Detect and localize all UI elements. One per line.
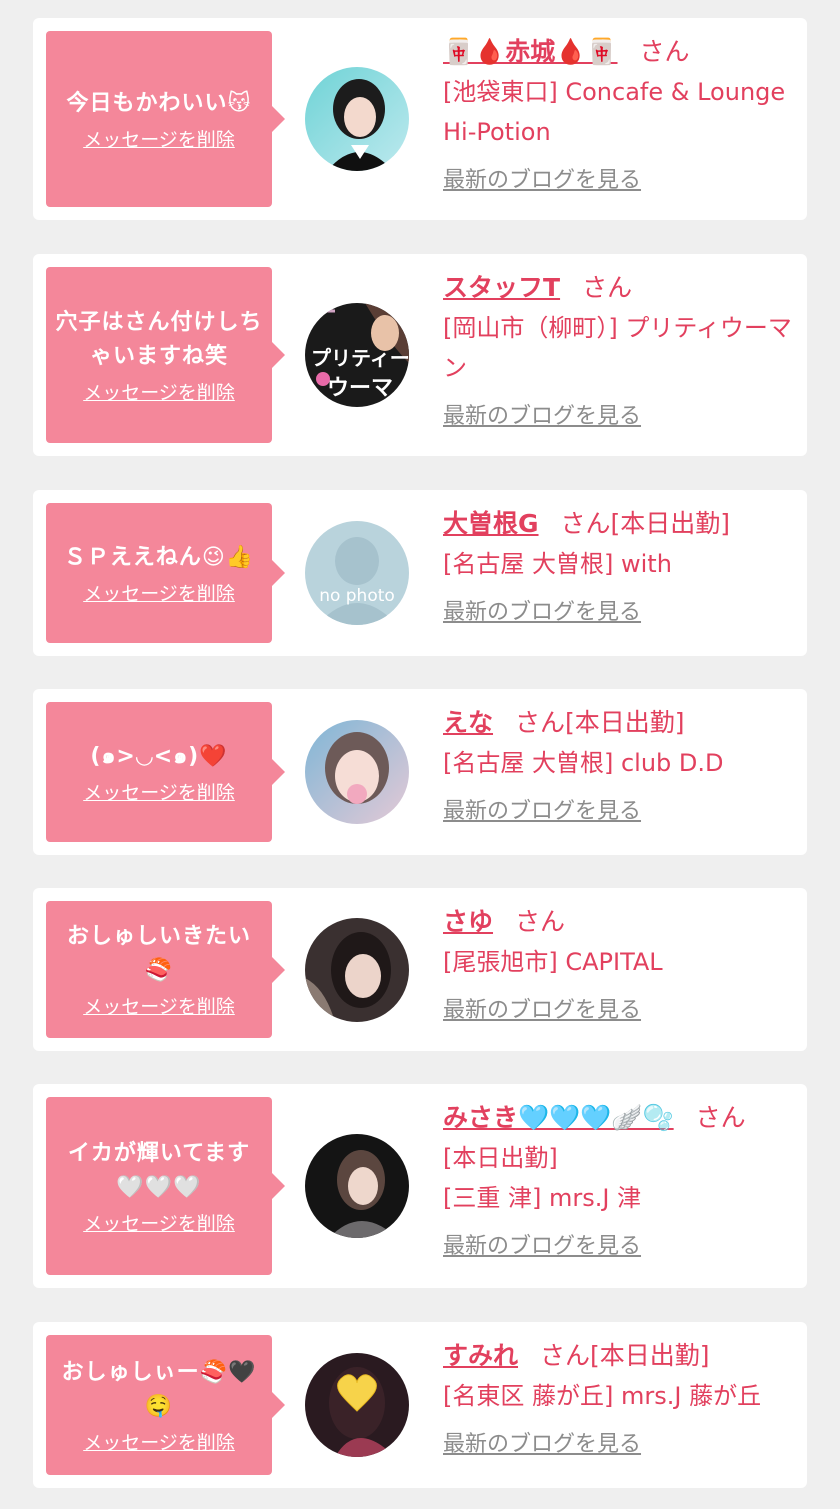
honorific: さん: [515, 708, 566, 737]
message-bubble: (๑>◡<๑)❤️ メッセージを削除: [46, 702, 285, 842]
shop-name: [尾張旭市] CAPITAL: [443, 948, 663, 976]
profile-info: 大曽根G さん[本日出勤] [名古屋 大曽根] with 最新のブログを見る: [443, 504, 799, 626]
honorific: さん: [540, 1341, 591, 1370]
latest-blog-link[interactable]: 最新のブログを見る: [443, 1426, 641, 1458]
shop-name: [名古屋 大曽根] club D.D: [443, 749, 724, 777]
profile-name-link[interactable]: えな: [443, 708, 493, 737]
delete-message-link[interactable]: メッセージを削除: [83, 579, 235, 606]
honorific: さん: [639, 37, 690, 66]
message-text: おしゅしいきたい🍣: [66, 924, 251, 983]
status-badge: [本日出勤]: [610, 509, 731, 538]
shop-name: [岡山市（柳町）] プリティウーマン: [443, 314, 792, 382]
shop-name: [池袋東口] Concafe & Lounge Hi-Potion: [443, 78, 786, 146]
svg-text:プリティー: プリティー: [311, 346, 409, 370]
profile-info: みさき🩵🩵🩵🪽🫧 さん [本日出勤] [三重 津] mrs.J 津 最新のブログを…: [443, 1098, 799, 1260]
message-bubble: 穴子はさん付けしちゃいますね笑 メッセージを削除: [46, 267, 285, 443]
delete-message-link[interactable]: メッセージを削除: [83, 992, 235, 1019]
message-text: 今日もかわいい😽: [66, 90, 252, 116]
svg-text:ウーマ: ウーマ: [327, 376, 393, 401]
profile-info: 🀄🩸赤城🩸🀄 さん [池袋東口] Concafe & Lounge Hi-Poti…: [443, 32, 799, 194]
avatar[interactable]: [305, 918, 409, 1022]
profile-info: えな さん[本日出勤] [名古屋 大曽根] club D.D 最新のブログを見る: [443, 703, 799, 825]
message-card: ＳＰええねん😉👍 メッセージを削除 no photo 大曽根G さん[本日出勤] …: [33, 490, 807, 656]
profile-name-link[interactable]: 🀄🩸赤城🩸🀄: [443, 37, 618, 66]
message-list: 今日もかわいい😽 メッセージを削除 🀄🩸赤城🩸🀄 さん [池袋東口] Conca…: [0, 0, 840, 1509]
status-badge: [本日出勤]: [590, 1341, 710, 1370]
delete-message-link[interactable]: メッセージを削除: [83, 1209, 235, 1236]
message-bubble: おしゅしぃー🍣🖤🤤 メッセージを削除: [46, 1335, 285, 1475]
no-photo-text: no photo: [319, 586, 395, 606]
delete-message-link[interactable]: メッセージを削除: [83, 778, 235, 805]
message-bubble: ＳＰええねん😉👍 メッセージを削除: [46, 503, 285, 643]
honorific: さん: [695, 1103, 746, 1132]
message-card: おしゅしぃー🍣🖤🤤 メッセージを削除 すみれ さん[本日出勤] [名東区 藤が丘]…: [33, 1322, 807, 1488]
message-card: 穴子はさん付けしちゃいますね笑 メッセージを削除 プリティー ウーマ スタッフT…: [33, 254, 807, 456]
status-badge: [本日出勤]: [565, 708, 685, 737]
message-card: 今日もかわいい😽 メッセージを削除 🀄🩸赤城🩸🀄 さん [池袋東口] Conca…: [33, 18, 807, 220]
message-bubble: おしゅしいきたい🍣 メッセージを削除: [46, 901, 285, 1038]
avatar[interactable]: [305, 67, 409, 171]
shop-name: [名東区 藤が丘] mrs.J 藤が丘: [443, 1382, 762, 1410]
message-text: 穴子はさん付けしちゃいますね笑: [55, 309, 263, 369]
message-card: イカが輝いてます🤍🤍🤍 メッセージを削除 みさき🩵🩵🩵🪽🫧 さん [本日出勤] […: [33, 1084, 807, 1288]
message-text: (๑>◡<๑)❤️: [90, 743, 228, 769]
profile-name-link[interactable]: スタッフT: [443, 273, 560, 302]
no-photo-placeholder[interactable]: no photo: [305, 521, 409, 625]
latest-blog-link[interactable]: 最新のブログを見る: [443, 1228, 641, 1260]
shop-name: [名古屋 大曽根] with: [443, 550, 672, 578]
avatar[interactable]: プリティー ウーマ: [305, 303, 409, 407]
avatar[interactable]: [305, 1134, 409, 1238]
profile-name-link[interactable]: さゆ: [443, 907, 493, 936]
delete-message-link[interactable]: メッセージを削除: [83, 378, 235, 405]
latest-blog-link[interactable]: 最新のブログを見る: [443, 162, 641, 194]
profile-name-link[interactable]: みさき🩵🩵🩵🪽🫧: [443, 1103, 674, 1132]
avatar[interactable]: [305, 1353, 409, 1457]
latest-blog-link[interactable]: 最新のブログを見る: [443, 594, 641, 626]
shop-name: [三重 津] mrs.J 津: [443, 1184, 642, 1212]
avatar[interactable]: [305, 720, 409, 824]
profile-info: すみれ さん[本日出勤] [名東区 藤が丘] mrs.J 藤が丘 最新のブログを見…: [443, 1336, 799, 1458]
profile-info: さゆ さん [尾張旭市] CAPITAL 最新のブログを見る: [443, 902, 799, 1024]
honorific: さん: [582, 273, 633, 302]
message-bubble: 今日もかわいい😽 メッセージを削除: [46, 31, 285, 207]
delete-message-link[interactable]: メッセージを削除: [83, 125, 235, 152]
profile-info: スタッフT さん [岡山市（柳町）] プリティウーマン 最新のブログを見る: [443, 268, 799, 430]
message-card: (๑>◡<๑)❤️ メッセージを削除 えな さん[本日出勤] [名古屋 大曽根] …: [33, 689, 807, 855]
latest-blog-link[interactable]: 最新のブログを見る: [443, 992, 641, 1024]
latest-blog-link[interactable]: 最新のブログを見る: [443, 398, 641, 430]
message-bubble: イカが輝いてます🤍🤍🤍 メッセージを削除: [46, 1097, 285, 1275]
honorific: さん: [515, 907, 566, 936]
profile-name-link[interactable]: 大曽根G: [443, 509, 539, 538]
message-text: ＳＰええねん😉👍: [63, 544, 255, 570]
message-text: おしゅしぃー🍣🖤🤤: [61, 1359, 257, 1419]
honorific: さん: [560, 509, 611, 538]
latest-blog-link[interactable]: 最新のブログを見る: [443, 793, 641, 825]
status-badge: [本日出勤]: [443, 1144, 558, 1172]
delete-message-link[interactable]: メッセージを削除: [83, 1428, 235, 1455]
message-card: おしゅしいきたい🍣 メッセージを削除 さゆ さん [尾張旭市] CAPITAL 最…: [33, 888, 807, 1051]
profile-name-link[interactable]: すみれ: [443, 1341, 518, 1370]
message-text: イカが輝いてます🤍🤍🤍: [67, 1140, 251, 1200]
